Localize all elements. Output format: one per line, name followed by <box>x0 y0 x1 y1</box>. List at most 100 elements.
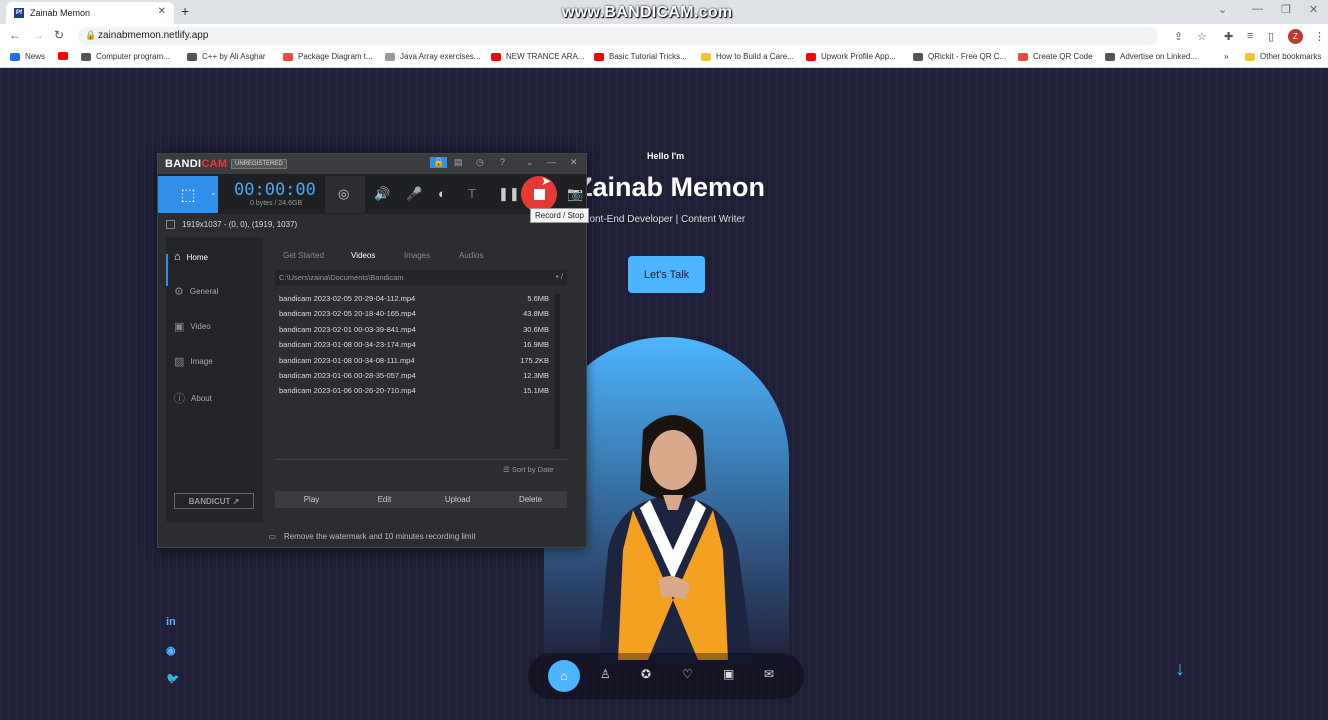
bandicam-footer[interactable]: ▭ Remove the watermark and 10 minutes re… <box>158 526 586 546</box>
file-list-scrollbar[interactable] <box>554 294 560 449</box>
side-panel-icon[interactable]: ▯ <box>1268 30 1274 43</box>
bookmark-favicon-icon <box>58 52 68 60</box>
sidebar-item-image[interactable]: ▨ Image <box>174 355 213 368</box>
new-tab-button[interactable]: + <box>181 3 189 19</box>
tab-images[interactable]: Images <box>404 251 430 260</box>
bookmark-item[interactable]: Advertise on Linked... <box>1105 52 1197 61</box>
lock-icon[interactable]: 🔒 <box>430 157 448 168</box>
bookmark-favicon-icon <box>491 52 501 61</box>
file-row[interactable]: bandicam 2023-01-08 00-34-08-111.mp4 175.… <box>279 356 549 365</box>
bookmark-item[interactable] <box>58 52 73 60</box>
reload-icon[interactable]: ↻ <box>54 28 64 42</box>
close-icon[interactable]: ✕ <box>570 157 578 168</box>
close-window-icon[interactable]: ✕ <box>1309 3 1318 16</box>
file-row[interactable]: bandicam 2023-01-06 00-26-20-710.mp4 15.1… <box>279 386 549 395</box>
output-path[interactable]: C:\Users\zaina\Documents\Bandicam ▪ / <box>275 270 567 286</box>
bookmark-item[interactable]: QRickit - Free QR C... <box>913 52 1006 61</box>
nav-home-icon[interactable]: ⌂ <box>548 660 580 692</box>
bookmark-item[interactable]: News <box>10 52 45 61</box>
bookmark-favicon-icon <box>806 52 816 61</box>
bookmark-item[interactable]: Package Diagram t... <box>283 52 373 61</box>
twitter-icon[interactable]: 🐦 <box>166 672 180 685</box>
star-icon[interactable]: ☆ <box>1197 30 1207 43</box>
screen-mode-button[interactable]: ⬚ <box>158 176 218 213</box>
bookmark-item[interactable]: How to Build a Care... <box>701 52 794 61</box>
file-name: bandicam 2023-01-06 00-26-20-710.mp4 <box>279 386 416 396</box>
profile-avatar[interactable]: Z <box>1288 29 1303 44</box>
nav-experience-icon[interactable]: ✪ <box>641 667 651 681</box>
region-selector[interactable]: 1919x1037 - (0, 0), (1919, 1037) <box>166 220 297 229</box>
play-button[interactable]: Play <box>275 491 348 508</box>
file-row[interactable]: bandicam 2023-01-06 00-28-35-057.mp4 12.3… <box>279 371 549 380</box>
share-icon[interactable]: ⇪ <box>1174 30 1183 43</box>
other-bookmarks-folder[interactable]: Other bookmarks <box>1245 52 1321 61</box>
sidebar-item-home[interactable]: ⌂ Home <box>174 251 208 263</box>
github-icon[interactable]: ◉ <box>166 644 176 657</box>
region-checkbox[interactable] <box>166 220 175 229</box>
microphone-icon[interactable]: 🎤 <box>406 186 422 202</box>
minimize-icon[interactable]: — <box>1252 3 1263 15</box>
record-stop-tooltip: Record / Stop <box>530 208 589 223</box>
browser-tab[interactable]: Pf Zainab Memon ✕ <box>6 2 174 24</box>
extensions-icon[interactable]: ✚ <box>1224 30 1233 43</box>
bookmark-item[interactable]: Create QR Code <box>1018 52 1093 61</box>
file-row[interactable]: bandicam 2023-02-01 00-03-39-841.mp4 30.6… <box>279 325 549 334</box>
text-icon[interactable]: T <box>468 186 476 201</box>
nav-services-icon[interactable]: ♡ <box>682 667 693 681</box>
mouse-cursor-icon[interactable]: ◐ <box>438 186 446 201</box>
bookmark-item[interactable]: Basic Tutorial Tricks... <box>594 52 687 61</box>
bookmark-item[interactable]: NEW TRANCE ARA... <box>491 52 585 61</box>
bookmark-item[interactable]: C++ by Ali Asghar <box>187 52 266 61</box>
url-input[interactable]: 🔒 zainabmemon.netlify.app <box>78 27 1158 45</box>
nav-portfolio-icon[interactable]: ▣ <box>723 667 734 681</box>
nav-contact-icon[interactable]: ✉ <box>764 667 774 681</box>
sidebar-item-general[interactable]: ⚙ General <box>174 285 218 298</box>
open-folder-icon[interactable]: ▪ / <box>556 272 563 281</box>
tab-get-started[interactable]: Get Started <box>283 251 324 260</box>
linkedin-icon[interactable]: in <box>166 616 176 628</box>
help-icon[interactable]: ? <box>500 157 505 167</box>
forward-icon[interactable]: → <box>32 28 44 42</box>
collapse-icon[interactable]: ⌄ <box>526 157 534 168</box>
edit-button[interactable]: Edit <box>348 491 421 508</box>
pause-icon[interactable]: ❚❚ <box>498 186 520 202</box>
bookmark-label: Basic Tutorial Tricks... <box>609 52 687 61</box>
back-icon[interactable]: ← <box>9 28 21 42</box>
restore-icon[interactable]: ❐ <box>1281 3 1291 16</box>
record-stop-button[interactable] <box>521 176 557 212</box>
tab-audios[interactable]: Audios <box>459 251 483 260</box>
reading-list-icon[interactable]: ≡ <box>1247 30 1253 42</box>
bandicut-button[interactable]: BANDICUT ↗ <box>174 493 254 509</box>
bandicam-sidebar: ⌂ Home ⚙ General ▣ Video ▨ Image ⓘ About BAND… <box>166 237 263 522</box>
close-tab-icon[interactable]: ✕ <box>158 6 166 17</box>
sort-by-date-button[interactable]: ☰ Sort by Date <box>503 465 554 474</box>
bookmark-item[interactable]: Java Array exercises... <box>385 52 480 61</box>
folder-icon[interactable]: ▤ <box>454 157 463 168</box>
mode-dropdown-icon[interactable]: ⌄ <box>210 188 217 197</box>
chevron-down-icon[interactable]: ⌄ <box>1218 3 1227 16</box>
upload-button[interactable]: Upload <box>421 491 494 508</box>
bookmark-favicon-icon <box>594 52 604 61</box>
scroll-down-icon[interactable]: ↓ <box>1175 658 1185 681</box>
bookmark-item[interactable]: Upwork Profile App... <box>806 52 896 61</box>
tab-videos[interactable]: Videos <box>351 251 375 260</box>
speaker-icon[interactable]: 🔊 <box>374 186 390 202</box>
file-row[interactable]: bandicam 2023-02-05 20-18-40-165.mp4 43.8… <box>279 309 549 318</box>
sidebar-item-video[interactable]: ▣ Video <box>174 320 211 333</box>
bookmark-favicon-icon <box>10 52 20 61</box>
bookmark-item[interactable]: Computer program... <box>81 52 170 61</box>
bookmarks-overflow-button[interactable]: » <box>1224 52 1228 61</box>
region-label: 1919x1037 - (0, 0), (1919, 1037) <box>182 220 298 229</box>
camera-icon[interactable]: 📷 <box>567 186 583 202</box>
nav-about-icon[interactable]: ♙ <box>600 667 611 681</box>
file-row[interactable]: bandicam 2023-02-05 20-29-04-112.mp4 5.6M… <box>279 294 549 303</box>
delete-button[interactable]: Delete <box>494 491 567 508</box>
sidebar-item-about[interactable]: ⓘ About <box>174 390 212 406</box>
home-icon: ⌂ <box>174 251 181 263</box>
file-row[interactable]: bandicam 2023-01-08 00-34-23-174.mp4 16.9… <box>279 340 549 349</box>
clock-icon[interactable]: ◷ <box>476 157 484 168</box>
lets-talk-button[interactable]: Let's Talk <box>628 256 705 293</box>
menu-icon[interactable]: ⋮ <box>1314 30 1325 43</box>
gear-icon: ⚙ <box>174 286 184 298</box>
minimize-icon[interactable]: — <box>547 157 556 167</box>
